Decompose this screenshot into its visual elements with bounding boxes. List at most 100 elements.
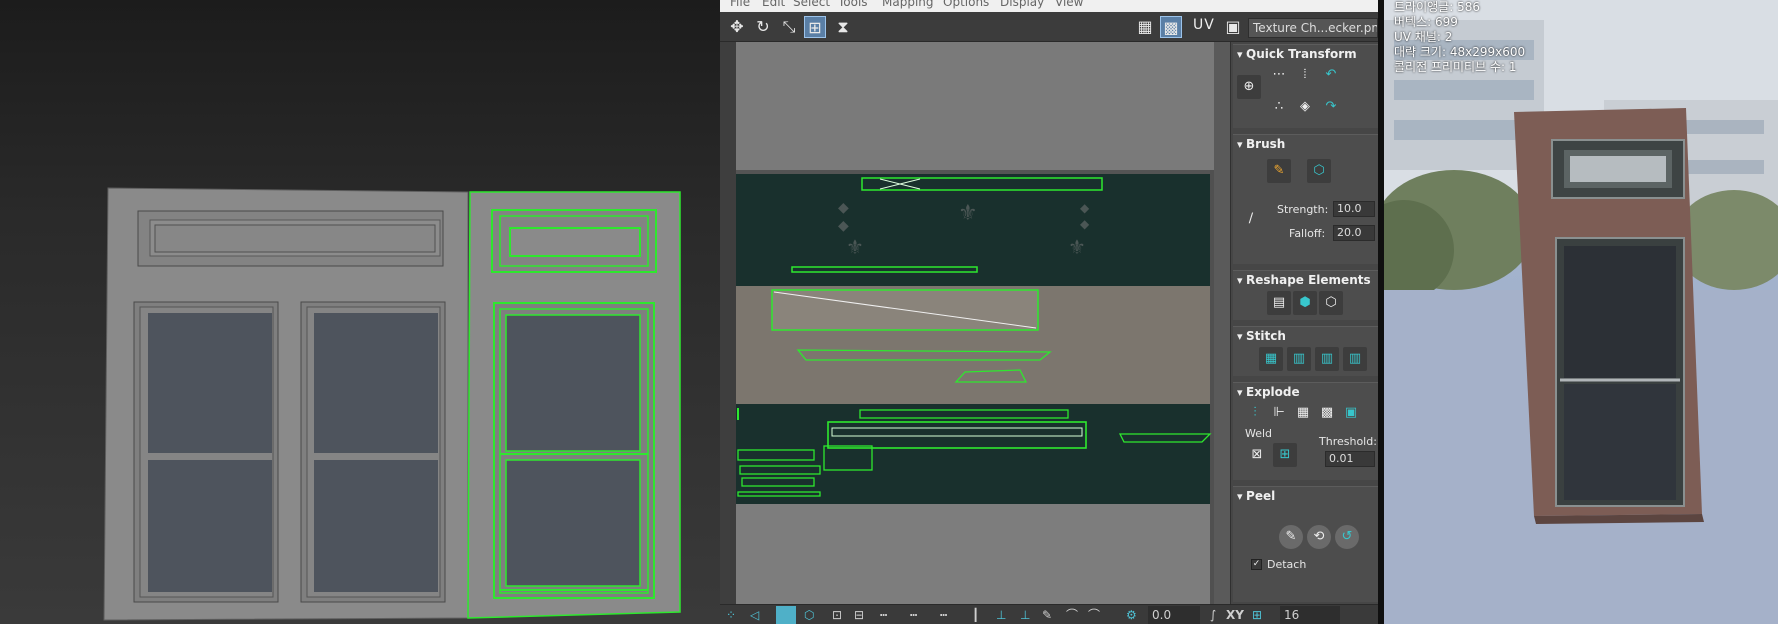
soft-select-icon[interactable]: ⌒ <box>1066 606 1078 624</box>
explode-by-icon[interactable]: ⊩ <box>1267 401 1291 425</box>
weld-target-icon[interactable]: ⊞ <box>1273 443 1297 467</box>
uv-canvas[interactable]: ◆ ◆ ⚜ ⚜ ⚜ ◆ ◆ <box>720 42 1230 604</box>
paint-brush-icon[interactable]: ✎ <box>1267 159 1291 183</box>
weld-selected-icon[interactable]: ⊠ <box>1245 443 1269 467</box>
weld-snap2-icon[interactable]: ⊥ <box>1020 606 1030 624</box>
soft-select2-icon[interactable]: ⌒ <box>1088 606 1100 624</box>
menu-tools[interactable]: Tools <box>838 0 868 9</box>
stitch-title[interactable]: Stitch <box>1237 329 1286 343</box>
weld-label: Weld <box>1245 427 1273 440</box>
move-icon[interactable]: ✥ <box>726 16 748 38</box>
pivot-icon[interactable]: ⊕ <box>1237 75 1261 99</box>
stitch-source-icon[interactable]: ▥ <box>1287 347 1311 371</box>
stitch-target-icon[interactable]: ▥ <box>1343 347 1367 371</box>
threshold-label: Threshold: <box>1319 435 1377 448</box>
paint-select-icon[interactable]: ✎ <box>1042 606 1052 624</box>
explode-checker-icon[interactable]: ▩ <box>1315 401 1339 425</box>
grid-snap-icon[interactable]: ▦ <box>1134 16 1156 38</box>
loop-icon[interactable]: ┅ <box>880 606 887 624</box>
uv-label: UV <box>1193 17 1215 33</box>
relax-brush-icon[interactable]: ⬡ <box>1307 159 1331 183</box>
uv-side-panel: Quick Transform ⊕ ⋯ ⦙ ↶ ∴ ◈ ↷ Brush ✎ ⬡ … <box>1230 42 1379 604</box>
menu-select[interactable]: Select <box>793 0 830 9</box>
quick-transform-title[interactable]: Quick Transform <box>1237 47 1357 61</box>
viewport-3d[interactable] <box>0 0 720 624</box>
detach-checkbox[interactable]: ✓ <box>1251 559 1262 570</box>
double-window-model[interactable] <box>103 187 469 621</box>
svg-text:⚜: ⚜ <box>1068 235 1086 259</box>
xy-label[interactable]: XY <box>1226 606 1244 624</box>
checker-icon[interactable]: ▩ <box>1160 16 1182 38</box>
menu-options[interactable]: Options <box>943 0 989 9</box>
selected-window-model[interactable] <box>467 191 681 619</box>
menu-view[interactable]: View <box>1055 0 1083 9</box>
edge-sel-icon[interactable]: ┅ <box>940 606 947 624</box>
preview-viewport[interactable]: 트라이앵글: 586 버텍스: 699 UV 채널: 2 대략 크기: 48x2… <box>1384 0 1778 624</box>
menu-display[interactable]: Display <box>1000 0 1044 9</box>
value-field[interactable]: 0.0 <box>1148 606 1200 624</box>
texture-dropdown[interactable]: Texture Ch...ecker.png) <box>1248 18 1378 38</box>
explode-grid-icon[interactable]: ▦ <box>1291 401 1315 425</box>
face-mode-icon[interactable] <box>776 606 796 624</box>
lasso-icon[interactable]: ◁ <box>750 606 759 624</box>
svg-text:◆: ◆ <box>838 218 849 234</box>
cube-icon[interactable]: ⬡ <box>1319 291 1343 315</box>
brush-line-icon[interactable]: ∕ <box>1239 207 1263 231</box>
stat-collision: 콜리전 프리미티브 수: 1 <box>1394 60 1517 74</box>
align-center-icon[interactable]: ∴ <box>1267 95 1291 119</box>
straighten-icon[interactable]: ▤ <box>1267 291 1291 315</box>
curve-icon[interactable]: ∫ <box>1210 606 1216 624</box>
threshold-spinner[interactable]: 0.01 <box>1325 451 1375 467</box>
desktop: File Edit Select Tools Mapping Options D… <box>0 0 1778 624</box>
size-field[interactable]: 16 <box>1280 606 1340 624</box>
explode-flatten-icon[interactable]: ▣ <box>1339 401 1363 425</box>
weld-snap-icon[interactable]: ⊥ <box>996 606 1006 624</box>
align-horizontal-icon[interactable]: ⋯ <box>1267 63 1291 87</box>
stat-approx-size: 대략 크기: 48x299x600 <box>1394 45 1526 59</box>
detach-label: Detach <box>1267 558 1307 571</box>
quick-peel-icon[interactable]: ✎ <box>1279 525 1303 549</box>
rollout-stitch: Stitch ▦ ▥ ▥ ▥ <box>1233 326 1379 376</box>
scale-icon[interactable]: ⤡ <box>778 16 800 38</box>
texture-icon[interactable]: ▣ <box>1222 16 1244 38</box>
menu-file[interactable]: File <box>730 0 750 9</box>
rollout-peel: Peel ✎ ⟲ ↺ ✓ Detach <box>1233 486 1379 602</box>
settings-gear-icon[interactable]: ⚙ <box>1126 606 1137 624</box>
lock-icon[interactable]: ⊞ <box>1252 606 1262 624</box>
break-icon[interactable]: ⫶ <box>1243 401 1267 425</box>
relax-icon[interactable]: ⬢ <box>1293 291 1317 315</box>
uv-editor-window: File Edit Select Tools Mapping Options D… <box>720 0 1379 624</box>
peel-title[interactable]: Peel <box>1237 489 1275 503</box>
freeform-icon[interactable]: ⊞ <box>804 16 826 38</box>
rotate-cw-icon[interactable]: ↷ <box>1319 95 1343 119</box>
align-vertical-icon[interactable]: ⦙ <box>1293 63 1317 87</box>
svg-text:⚜: ⚜ <box>846 235 864 259</box>
peel-reset-icon[interactable]: ↺ <box>1335 525 1359 549</box>
rotate-icon[interactable]: ↻ <box>752 16 774 38</box>
reshape-elements-title[interactable]: Reshape Elements <box>1237 273 1371 287</box>
select-icon[interactable]: ⁘ <box>726 606 736 624</box>
grow-icon[interactable]: ⊡ <box>832 606 842 624</box>
peel-mode-icon[interactable]: ⟲ <box>1307 525 1331 549</box>
shrink-icon[interactable]: ⊟ <box>854 606 864 624</box>
uv-layout: ◆ ◆ ⚜ ⚜ ⚜ ◆ ◆ <box>720 42 1214 604</box>
svg-text:◆: ◆ <box>1080 201 1090 215</box>
ring-icon[interactable]: ┅ <box>910 606 917 624</box>
stat-uv-channels: UV 채널: 2 <box>1394 30 1453 44</box>
menu-edit[interactable]: Edit <box>762 0 785 9</box>
snap-icon[interactable]: ┃ <box>972 606 979 624</box>
stitch-average-icon[interactable]: ▥ <box>1315 347 1339 371</box>
menu-mapping[interactable]: Mapping <box>882 0 934 9</box>
viewport-geometry <box>103 187 681 621</box>
rotate-ccw-icon[interactable]: ↶ <box>1319 63 1343 87</box>
explode-title[interactable]: Explode <box>1237 385 1300 399</box>
mirror-icon[interactable]: ⧗ <box>832 16 854 38</box>
distribute-icon[interactable]: ◈ <box>1293 95 1317 119</box>
brush-title[interactable]: Brush <box>1237 137 1285 151</box>
element-mode-icon[interactable]: ⬡ <box>804 606 814 624</box>
strength-spinner[interactable]: 10.0 <box>1333 201 1375 217</box>
stitch-custom-icon[interactable]: ▦ <box>1259 347 1283 371</box>
falloff-spinner[interactable]: 20.0 <box>1333 225 1375 241</box>
falloff-label: Falloff: <box>1289 227 1326 240</box>
menu-bar: File Edit Select Tools Mapping Options D… <box>720 0 1378 12</box>
